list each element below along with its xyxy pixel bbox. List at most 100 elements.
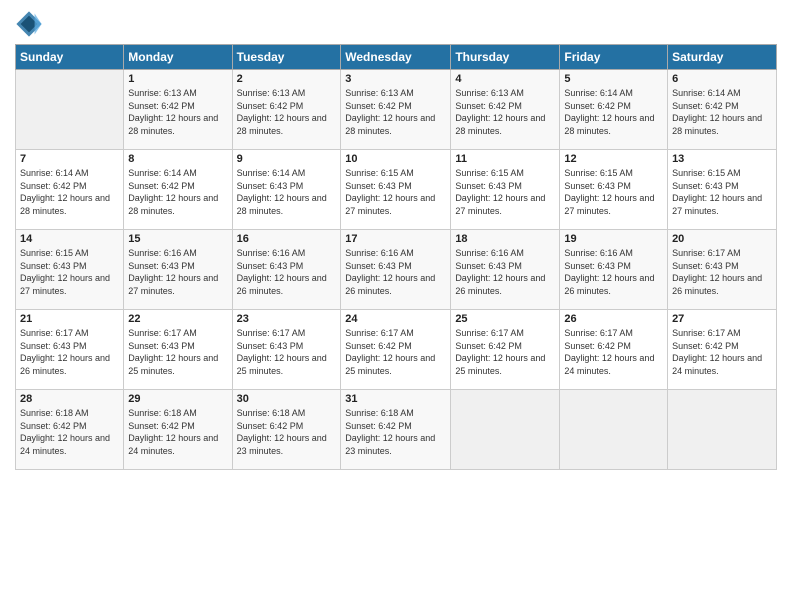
day-info: Sunrise: 6:17 AM Sunset: 6:43 PM Dayligh…	[672, 247, 772, 297]
sunrise-label: Sunrise: 6:18 AM	[128, 408, 197, 418]
day-number: 1	[128, 73, 227, 85]
daylight-label: Daylight: 12 hours and 27 minutes.	[345, 193, 435, 216]
day-info: Sunrise: 6:17 AM Sunset: 6:43 PM Dayligh…	[20, 327, 119, 377]
weekday-header-cell: Monday	[124, 45, 232, 70]
day-number: 17	[345, 233, 446, 245]
day-info: Sunrise: 6:13 AM Sunset: 6:42 PM Dayligh…	[455, 87, 555, 137]
sunset-label: Sunset: 6:42 PM	[455, 341, 522, 351]
day-number: 9	[237, 153, 337, 165]
calendar-day-cell: 16 Sunrise: 6:16 AM Sunset: 6:43 PM Dayl…	[232, 230, 341, 310]
day-number: 4	[455, 73, 555, 85]
calendar-day-cell: 28 Sunrise: 6:18 AM Sunset: 6:42 PM Dayl…	[16, 390, 124, 470]
sunrise-label: Sunrise: 6:18 AM	[345, 408, 414, 418]
calendar-day-cell	[668, 390, 777, 470]
calendar-week-row: 28 Sunrise: 6:18 AM Sunset: 6:42 PM Dayl…	[16, 390, 777, 470]
day-info: Sunrise: 6:18 AM Sunset: 6:42 PM Dayligh…	[20, 407, 119, 457]
calendar-day-cell	[560, 390, 668, 470]
sunrise-label: Sunrise: 6:17 AM	[564, 328, 633, 338]
sunrise-label: Sunrise: 6:13 AM	[237, 88, 306, 98]
sunrise-label: Sunrise: 6:14 AM	[564, 88, 633, 98]
day-info: Sunrise: 6:17 AM Sunset: 6:42 PM Dayligh…	[564, 327, 663, 377]
sunset-label: Sunset: 6:43 PM	[237, 341, 304, 351]
sunset-label: Sunset: 6:43 PM	[564, 181, 631, 191]
calendar-day-cell: 17 Sunrise: 6:16 AM Sunset: 6:43 PM Dayl…	[341, 230, 451, 310]
weekday-header-row: SundayMondayTuesdayWednesdayThursdayFrid…	[16, 45, 777, 70]
day-number: 24	[345, 313, 446, 325]
calendar-day-cell: 18 Sunrise: 6:16 AM Sunset: 6:43 PM Dayl…	[451, 230, 560, 310]
sunset-label: Sunset: 6:42 PM	[345, 101, 412, 111]
sunset-label: Sunset: 6:43 PM	[672, 261, 739, 271]
day-number: 30	[237, 393, 337, 405]
day-number: 19	[564, 233, 663, 245]
sunset-label: Sunset: 6:42 PM	[672, 101, 739, 111]
daylight-label: Daylight: 12 hours and 27 minutes.	[20, 273, 110, 296]
calendar-day-cell	[451, 390, 560, 470]
sunset-label: Sunset: 6:42 PM	[128, 181, 195, 191]
sunrise-label: Sunrise: 6:14 AM	[20, 168, 89, 178]
day-info: Sunrise: 6:14 AM Sunset: 6:42 PM Dayligh…	[128, 167, 227, 217]
sunrise-label: Sunrise: 6:16 AM	[455, 248, 524, 258]
calendar-day-cell: 3 Sunrise: 6:13 AM Sunset: 6:42 PM Dayli…	[341, 70, 451, 150]
calendar-day-cell: 4 Sunrise: 6:13 AM Sunset: 6:42 PM Dayli…	[451, 70, 560, 150]
sunrise-label: Sunrise: 6:15 AM	[672, 168, 741, 178]
calendar-day-cell: 25 Sunrise: 6:17 AM Sunset: 6:42 PM Dayl…	[451, 310, 560, 390]
daylight-label: Daylight: 12 hours and 26 minutes.	[345, 273, 435, 296]
daylight-label: Daylight: 12 hours and 26 minutes.	[20, 353, 110, 376]
sunrise-label: Sunrise: 6:17 AM	[672, 328, 741, 338]
weekday-header-cell: Wednesday	[341, 45, 451, 70]
sunrise-label: Sunrise: 6:16 AM	[345, 248, 414, 258]
daylight-label: Daylight: 12 hours and 26 minutes.	[672, 273, 762, 296]
day-info: Sunrise: 6:15 AM Sunset: 6:43 PM Dayligh…	[20, 247, 119, 297]
daylight-label: Daylight: 12 hours and 25 minutes.	[455, 353, 545, 376]
calendar-day-cell: 6 Sunrise: 6:14 AM Sunset: 6:42 PM Dayli…	[668, 70, 777, 150]
sunrise-label: Sunrise: 6:17 AM	[672, 248, 741, 258]
day-info: Sunrise: 6:17 AM Sunset: 6:42 PM Dayligh…	[455, 327, 555, 377]
day-info: Sunrise: 6:14 AM Sunset: 6:43 PM Dayligh…	[237, 167, 337, 217]
day-info: Sunrise: 6:13 AM Sunset: 6:42 PM Dayligh…	[237, 87, 337, 137]
sunrise-label: Sunrise: 6:13 AM	[128, 88, 197, 98]
daylight-label: Daylight: 12 hours and 27 minutes.	[455, 193, 545, 216]
daylight-label: Daylight: 12 hours and 28 minutes.	[128, 113, 218, 136]
sunset-label: Sunset: 6:42 PM	[237, 101, 304, 111]
weekday-header-cell: Saturday	[668, 45, 777, 70]
sunset-label: Sunset: 6:42 PM	[345, 341, 412, 351]
sunrise-label: Sunrise: 6:18 AM	[20, 408, 89, 418]
sunrise-label: Sunrise: 6:13 AM	[345, 88, 414, 98]
calendar-day-cell: 14 Sunrise: 6:15 AM Sunset: 6:43 PM Dayl…	[16, 230, 124, 310]
day-number: 10	[345, 153, 446, 165]
day-info: Sunrise: 6:13 AM Sunset: 6:42 PM Dayligh…	[128, 87, 227, 137]
calendar-day-cell: 24 Sunrise: 6:17 AM Sunset: 6:42 PM Dayl…	[341, 310, 451, 390]
sunrise-label: Sunrise: 6:16 AM	[237, 248, 306, 258]
calendar-week-row: 14 Sunrise: 6:15 AM Sunset: 6:43 PM Dayl…	[16, 230, 777, 310]
day-info: Sunrise: 6:14 AM Sunset: 6:42 PM Dayligh…	[564, 87, 663, 137]
day-number: 11	[455, 153, 555, 165]
calendar-day-cell: 20 Sunrise: 6:17 AM Sunset: 6:43 PM Dayl…	[668, 230, 777, 310]
day-number: 20	[672, 233, 772, 245]
sunset-label: Sunset: 6:43 PM	[455, 181, 522, 191]
daylight-label: Daylight: 12 hours and 28 minutes.	[237, 113, 327, 136]
day-info: Sunrise: 6:17 AM Sunset: 6:43 PM Dayligh…	[128, 327, 227, 377]
sunset-label: Sunset: 6:42 PM	[20, 421, 87, 431]
day-info: Sunrise: 6:14 AM Sunset: 6:42 PM Dayligh…	[20, 167, 119, 217]
sunset-label: Sunset: 6:43 PM	[237, 181, 304, 191]
day-info: Sunrise: 6:17 AM Sunset: 6:42 PM Dayligh…	[345, 327, 446, 377]
calendar-day-cell: 21 Sunrise: 6:17 AM Sunset: 6:43 PM Dayl…	[16, 310, 124, 390]
sunrise-label: Sunrise: 6:17 AM	[455, 328, 524, 338]
sunset-label: Sunset: 6:43 PM	[455, 261, 522, 271]
day-number: 16	[237, 233, 337, 245]
daylight-label: Daylight: 12 hours and 26 minutes.	[455, 273, 545, 296]
daylight-label: Daylight: 12 hours and 27 minutes.	[564, 193, 654, 216]
calendar-day-cell: 27 Sunrise: 6:17 AM Sunset: 6:42 PM Dayl…	[668, 310, 777, 390]
sunset-label: Sunset: 6:42 PM	[564, 101, 631, 111]
sunset-label: Sunset: 6:43 PM	[564, 261, 631, 271]
sunrise-label: Sunrise: 6:17 AM	[128, 328, 197, 338]
sunrise-label: Sunrise: 6:15 AM	[564, 168, 633, 178]
daylight-label: Daylight: 12 hours and 28 minutes.	[128, 193, 218, 216]
sunset-label: Sunset: 6:43 PM	[345, 181, 412, 191]
day-number: 13	[672, 153, 772, 165]
calendar-day-cell: 19 Sunrise: 6:16 AM Sunset: 6:43 PM Dayl…	[560, 230, 668, 310]
sunset-label: Sunset: 6:42 PM	[455, 101, 522, 111]
calendar-day-cell: 26 Sunrise: 6:17 AM Sunset: 6:42 PM Dayl…	[560, 310, 668, 390]
sunrise-label: Sunrise: 6:17 AM	[20, 328, 89, 338]
calendar-day-cell: 15 Sunrise: 6:16 AM Sunset: 6:43 PM Dayl…	[124, 230, 232, 310]
